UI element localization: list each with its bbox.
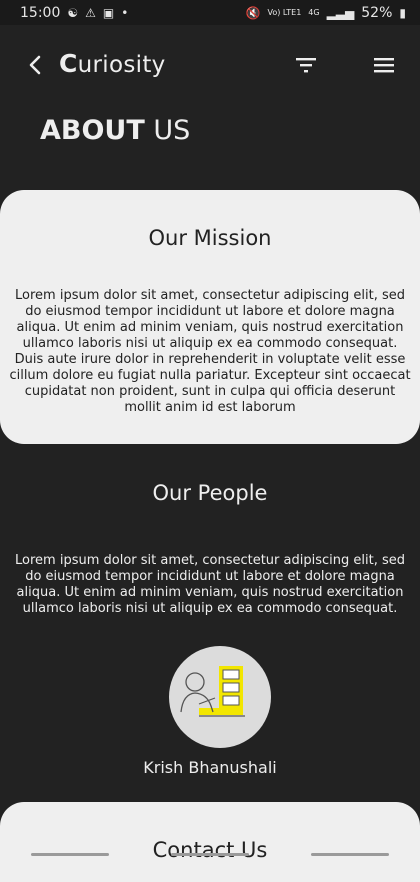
hamburger-menu-icon [374, 58, 394, 73]
people-body: Lorem ipsum dolor sit amet, consectetur … [15, 553, 405, 616]
page-heading-bold: ABOUT [40, 115, 145, 146]
warning-icon: ⚠ [85, 5, 96, 20]
mission-card: Our Mission Lorem ipsum dolor sit amet, … [0, 190, 420, 444]
nav-handle[interactable] [171, 853, 249, 856]
app-title-initial: C [59, 49, 78, 78]
app-notification-icon: ▣ [102, 5, 115, 20]
page-heading-rest: US [144, 115, 191, 146]
contact-card: Contact Us [0, 802, 420, 882]
menu-button[interactable] [372, 53, 396, 77]
status-time: 15:00 [20, 4, 61, 21]
network-label: Vo) LTE1 [267, 7, 302, 17]
signal-icon: ▂▃▅ [326, 5, 355, 20]
more-notifications-icon: • [121, 5, 129, 20]
status-bar: 15:00 ☯ ⚠ ▣ • 🔇 Vo) LTE1 4G ▂▃▅ 52% ▮ [0, 0, 420, 25]
battery-icon: ▮ [399, 5, 406, 20]
page-heading: ABOUT US [40, 115, 190, 146]
mission-body: Lorem ipsum dolor sit amet, consectetur … [9, 288, 411, 415]
filter-icon [296, 58, 316, 73]
battery-percent: 52% [361, 4, 393, 21]
nav-handle[interactable] [31, 853, 109, 856]
status-left: 15:00 ☯ ⚠ ▣ • [20, 5, 128, 21]
app-bar: Curiosity [0, 25, 420, 103]
mission-title: Our Mission [148, 226, 272, 250]
nav-handle[interactable] [311, 853, 389, 856]
mute-icon: 🔇 [245, 5, 261, 20]
back-button[interactable] [24, 53, 48, 77]
app-title: Curiosity [59, 49, 166, 78]
notification-icon: ☯ [67, 5, 79, 20]
signal-type-label: 4G [308, 7, 320, 17]
gesture-bar [0, 853, 420, 859]
app-title-rest: uriosity [77, 52, 166, 78]
person-name: Krish Bhanushali [143, 758, 277, 777]
person-illustration-icon [180, 666, 245, 717]
filter-button[interactable] [293, 53, 319, 77]
avatar[interactable] [169, 646, 271, 748]
status-right: 🔇 Vo) LTE1 4G ▂▃▅ 52% ▮ [246, 5, 406, 21]
chevron-left-icon [29, 55, 41, 75]
people-title: Our People [152, 481, 268, 505]
